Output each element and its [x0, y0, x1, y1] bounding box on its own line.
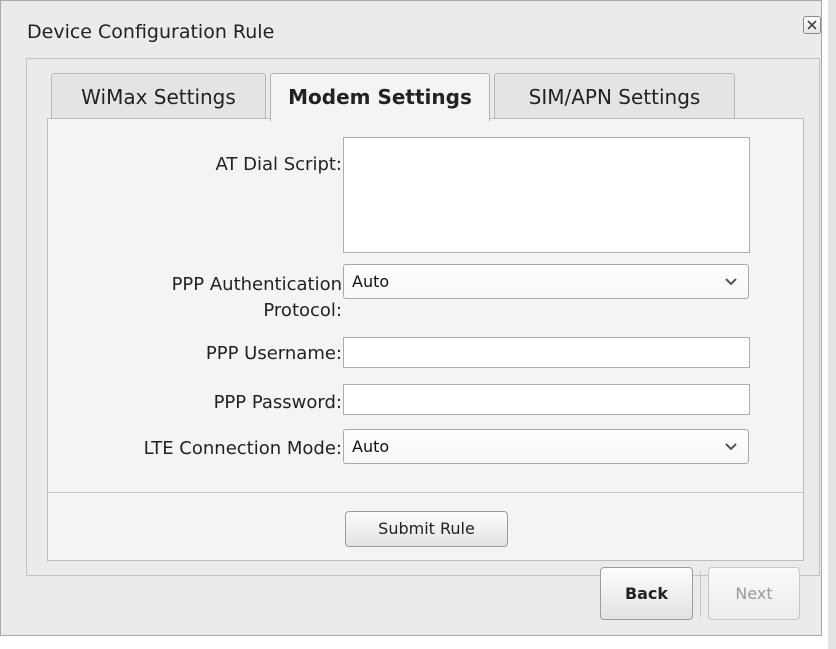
back-button[interactable]: Back: [600, 567, 693, 620]
ppp-password-label: PPP Password:: [213, 392, 342, 413]
ppp-username-input[interactable]: [343, 337, 750, 368]
tab-wimax-settings[interactable]: WiMax Settings: [51, 73, 266, 119]
lte-connection-mode-label: LTE Connection Mode:: [143, 438, 342, 459]
dialog-titlebar: Device Configuration Rule: [1, 1, 821, 59]
ppp-password-input[interactable]: [343, 384, 750, 415]
ppp-username-label: PPP Username:: [205, 343, 342, 364]
chevron-down-icon: [720, 435, 742, 458]
ppp-auth-protocol-select[interactable]: Auto: [343, 264, 749, 299]
ppp-auth-protocol-label-line1: PPP Authentication: [171, 274, 342, 295]
ppp-auth-protocol-value: Auto: [352, 272, 390, 291]
lte-connection-mode-select[interactable]: Auto: [343, 429, 749, 464]
tab-sim-apn-settings[interactable]: SIM/APN Settings: [494, 73, 735, 119]
submit-rule-button[interactable]: Submit Rule: [345, 511, 508, 547]
dialog-title: Device Configuration Rule: [27, 21, 275, 43]
ppp-auth-protocol-label-line2: Protocol:: [263, 300, 342, 321]
button-separator: [700, 571, 701, 617]
form-divider: [48, 492, 803, 493]
close-icon: [807, 20, 817, 30]
close-button[interactable]: [803, 16, 821, 34]
modem-settings-panel: AT Dial Script: PPP Authentication Proto…: [47, 118, 804, 561]
at-dial-script-textarea[interactable]: [343, 137, 750, 253]
tab-modem-settings[interactable]: Modem Settings: [270, 73, 490, 121]
page-background: [828, 0, 836, 649]
next-button[interactable]: Next: [708, 567, 800, 620]
at-dial-script-label: AT Dial Script:: [215, 154, 342, 175]
lte-connection-mode-value: Auto: [352, 437, 390, 456]
chevron-down-icon: [720, 270, 742, 293]
